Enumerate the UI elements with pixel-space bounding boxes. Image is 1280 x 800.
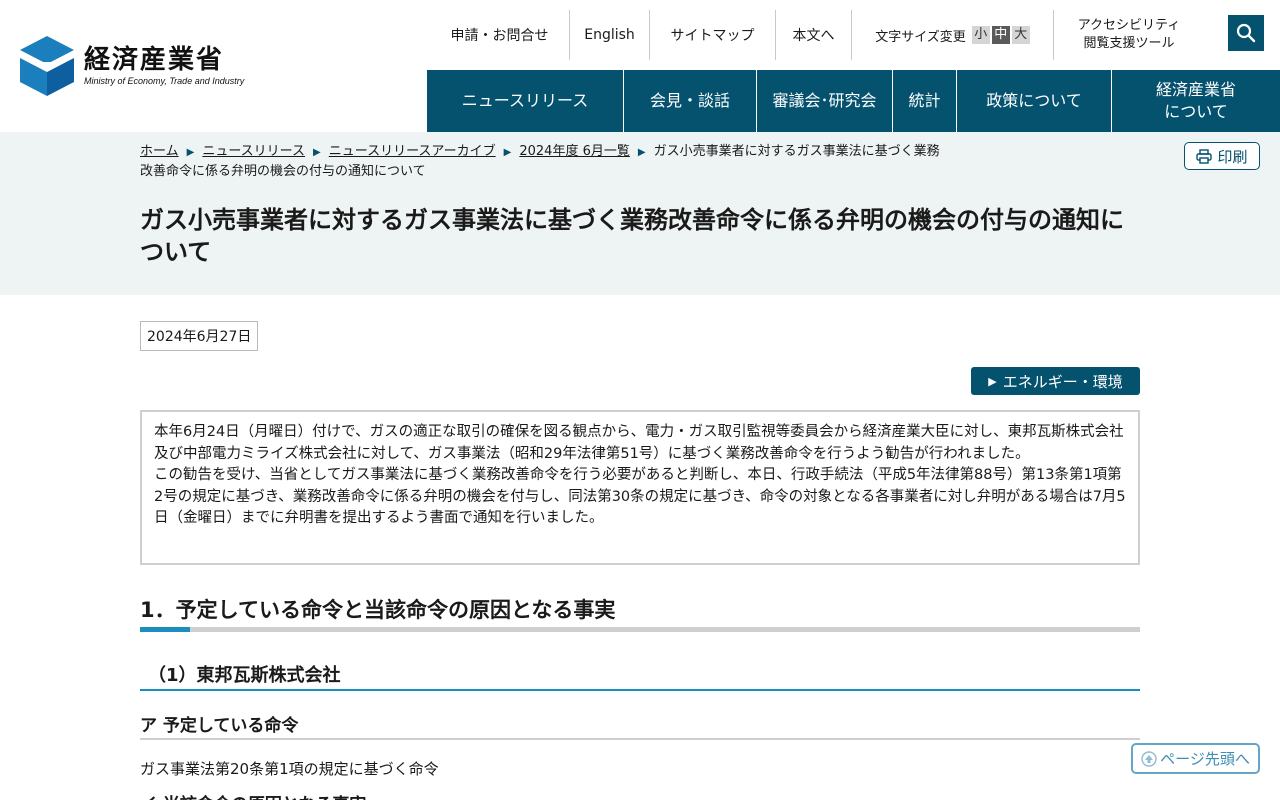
font-size-large-button[interactable]: 大: [1011, 26, 1030, 44]
gnav-statistics[interactable]: 統計: [893, 70, 957, 132]
gnav-councils[interactable]: 審議会･研究会: [757, 70, 893, 132]
item-heading-underline: [140, 738, 1140, 740]
meti-logo[interactable]: 経済産業省 Ministry of Economy, Trade and Ind…: [20, 36, 244, 96]
arrow-up-circle-icon: [1141, 750, 1157, 767]
global-nav: ニュースリリース 会見・談話 審議会･研究会 統計 政策について 経済産業省 に…: [427, 70, 1280, 132]
category-tag-link[interactable]: ▶ エネルギー・環境: [971, 367, 1140, 395]
intro-box: 本年6月24日（月曜日）付けで、ガスの適正な取引の確保を図る観点から、電力・ガス…: [140, 410, 1140, 565]
breadcrumb-arrow-icon: ▶: [313, 147, 321, 158]
site-header: 経済産業省 Ministry of Economy, Trade and Ind…: [0, 0, 1280, 132]
print-button[interactable]: 印刷: [1184, 142, 1260, 170]
back-to-top-button[interactable]: ページ先頭へ: [1131, 743, 1260, 774]
breadcrumb-news-link[interactable]: ニュースリリース: [202, 144, 305, 159]
breadcrumb-arrow-icon: ▶: [637, 147, 646, 158]
contact-link[interactable]: 申請・お問合せ: [430, 10, 570, 60]
category-tag-label: エネルギー・環境: [1002, 372, 1123, 391]
subsection-underline: [140, 689, 1140, 691]
back-to-top-label: ページ先頭へ: [1160, 750, 1250, 768]
gnav-about-meti[interactable]: 経済産業省 について: [1112, 70, 1280, 132]
skip-to-main-link[interactable]: 本文へ: [776, 10, 852, 60]
sitemap-link[interactable]: サイトマップ: [650, 10, 776, 60]
logo-title: 経済産業省: [84, 45, 225, 75]
title-band: ホーム ▶ ニュースリリース ▶ ニュースリリースアーカイブ ▶ 2024年度 6月一覧 ▶ ガ…: [0, 132, 1280, 295]
subsection-heading: （1）東邦瓦斯株式会社: [148, 665, 341, 686]
section-heading-underline: [140, 627, 1140, 632]
breadcrumb-home-link[interactable]: ホーム: [140, 144, 179, 159]
intro-paragraph-1: 本年6月24日（月曜日）付けで、ガスの適正な取引の確保を図る観点から、電力・ガス…: [154, 424, 1124, 462]
breadcrumb-month-link[interactable]: 2024年度 6月一覧: [519, 144, 630, 159]
search-button[interactable]: [1228, 15, 1264, 51]
font-size-switcher: 文字サイズ変更 小 中 大: [852, 10, 1054, 60]
printer-icon: [1196, 148, 1213, 164]
breadcrumb: ホーム ▶ ニュースリリース ▶ ニュースリリースアーカイブ ▶ 2024年度 6月一覧 ▶ ガ…: [140, 142, 950, 181]
utility-nav: 申請・お問合せ English サイトマップ 本文へ 文字サイズ変更 小 中 大…: [430, 10, 1204, 60]
item-heading-a: ア 予定している命令: [140, 716, 299, 736]
breadcrumb-archive-link[interactable]: ニュースリリースアーカイブ: [329, 144, 496, 159]
publish-date: 2024年6月27日: [140, 321, 259, 351]
logo-subtitle: Ministry of Economy, Trade and Industry: [84, 76, 245, 86]
item-heading-b: イ 当該命令の原因となる事実: [140, 790, 366, 800]
search-icon: [1236, 23, 1256, 43]
gnav-news-release[interactable]: ニュースリリース: [427, 70, 624, 132]
triangle-right-icon: ▶: [988, 374, 997, 388]
intro-paragraph-2: この勧告を受け、当省としてガス事業法に基づく業務改善命令を行う必要があると判断し…: [154, 467, 1126, 526]
accessibility-label-line2: 閲覧支援ツール: [1083, 36, 1175, 51]
font-size-medium-button[interactable]: 中: [991, 26, 1010, 44]
font-size-small-button[interactable]: 小: [971, 26, 990, 44]
item-a-text: ガス事業法第20条第1項の規定に基づく命令: [140, 760, 439, 778]
breadcrumb-arrow-icon: ▶: [503, 147, 512, 158]
gnav-about-line2: について: [1164, 102, 1228, 121]
gnav-press-conference[interactable]: 会見・談話: [624, 70, 757, 132]
breadcrumb-arrow-icon: ▶: [186, 147, 195, 158]
gnav-about-line1: 経済産業省: [1155, 80, 1236, 99]
print-label: 印刷: [1217, 147, 1248, 166]
accessibility-label-line1: アクセシビリティ: [1077, 18, 1181, 33]
english-link[interactable]: English: [570, 10, 650, 60]
section-heading: 1．予定している命令と当該命令の原因となる事実: [140, 598, 616, 622]
page-title: ガス小売事業者に対するガス事業法に基づく業務改善命令に係る弁明の機会の付与の通知…: [140, 206, 1124, 266]
font-size-label: 文字サイズ変更: [875, 29, 966, 45]
meti-logo-mark-icon: [20, 36, 74, 96]
accessibility-tool-link[interactable]: アクセシビリティ 閲覧支援ツール: [1054, 10, 1204, 60]
gnav-policies[interactable]: 政策について: [957, 70, 1112, 132]
